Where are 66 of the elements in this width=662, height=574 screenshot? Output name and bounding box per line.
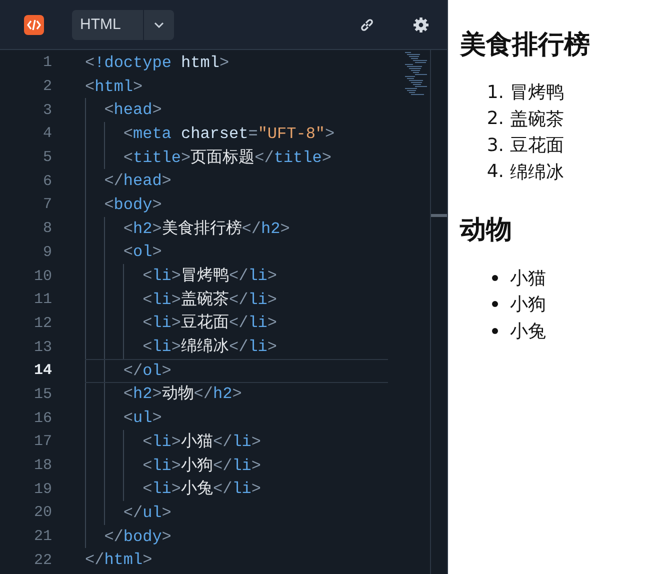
code-line: <li>小猫</li> xyxy=(142,432,261,451)
code-line: <li>冒烤鸭</li> xyxy=(142,267,277,286)
line-number: 7 xyxy=(42,196,52,214)
list-item: 绵绵冰 xyxy=(510,160,564,184)
line-number: 3 xyxy=(42,102,52,119)
line-number: 17 xyxy=(32,433,52,450)
chevron-icon xyxy=(154,22,164,28)
code-line: </html> xyxy=(85,551,152,570)
line-number: 21 xyxy=(32,528,52,546)
code-line: </ul> xyxy=(123,504,172,522)
line-number: 5 xyxy=(42,149,52,166)
code-line: </body> xyxy=(104,528,172,546)
list-item: 冒烤鸭 xyxy=(510,81,564,104)
code-line: <li>小兔</li> xyxy=(142,480,261,498)
code-logo-icon[interactable] xyxy=(24,14,44,34)
code-line: </head> xyxy=(104,172,172,190)
line-number: 12 xyxy=(32,314,52,332)
bullet-icon xyxy=(492,328,498,334)
list-item: 小狗 xyxy=(510,293,546,316)
line-number: 13 xyxy=(32,338,52,356)
line-number: 1 xyxy=(42,54,52,72)
list-number: 2. xyxy=(486,108,505,130)
settings-icon xyxy=(413,16,429,32)
line-number: 2 xyxy=(42,78,52,96)
list-number: 4. xyxy=(486,161,505,182)
line-number: 10 xyxy=(32,268,52,285)
line-number: 4 xyxy=(42,125,52,142)
code-line: <body> xyxy=(104,196,162,214)
preview-heading: 动物 xyxy=(460,215,513,246)
link-icon xyxy=(359,16,375,32)
line-number: 14 xyxy=(32,362,52,380)
code-line: <li>小狗</li> xyxy=(142,456,261,475)
code-line: <ul> xyxy=(123,409,162,428)
line-number: 9 xyxy=(42,244,52,261)
line-number: 20 xyxy=(32,504,52,522)
line-number: 18 xyxy=(32,457,52,474)
list-number: 1. xyxy=(486,82,505,103)
code-line: <title>页面标题</title> xyxy=(123,148,332,167)
code-line: <li>盖碗茶</li> xyxy=(142,290,277,309)
code-line: <h2>美食排行榜</h2> xyxy=(123,220,290,238)
line-number: 8 xyxy=(42,220,52,238)
preview-heading: 美食排行榜 xyxy=(460,30,591,62)
line-number: 15 xyxy=(32,386,52,403)
code-line: <meta charset="UFT-8"> xyxy=(123,124,335,143)
list-item: 盖碗茶 xyxy=(510,108,564,131)
code-line: <head> xyxy=(104,101,162,120)
line-number: 11 xyxy=(32,291,52,308)
list-item: 小猫 xyxy=(510,266,546,290)
list-number: 3. xyxy=(486,134,505,156)
bullet-icon xyxy=(492,274,498,281)
code-line: <li>绵绵冰</li> xyxy=(142,338,277,356)
line-number: 19 xyxy=(32,480,52,498)
code-line: <html> xyxy=(85,78,143,96)
code-line: <!doctype html> xyxy=(85,54,230,72)
language-select[interactable]: HTML xyxy=(72,10,174,40)
code-line: </ol> xyxy=(123,362,172,380)
line-number: 16 xyxy=(32,410,52,427)
scrollbar-thumb[interactable] xyxy=(431,214,447,217)
code-line: <li>豆花面</li> xyxy=(142,314,277,332)
line-number: 22 xyxy=(32,552,52,569)
bullet-icon xyxy=(492,301,498,308)
line-number: 6 xyxy=(42,172,52,190)
list-item: 豆花面 xyxy=(510,134,564,158)
code-line: <h2>动物</h2> xyxy=(123,385,242,404)
list-item: 小兔 xyxy=(510,320,546,343)
code-line: <ol> xyxy=(123,243,162,262)
